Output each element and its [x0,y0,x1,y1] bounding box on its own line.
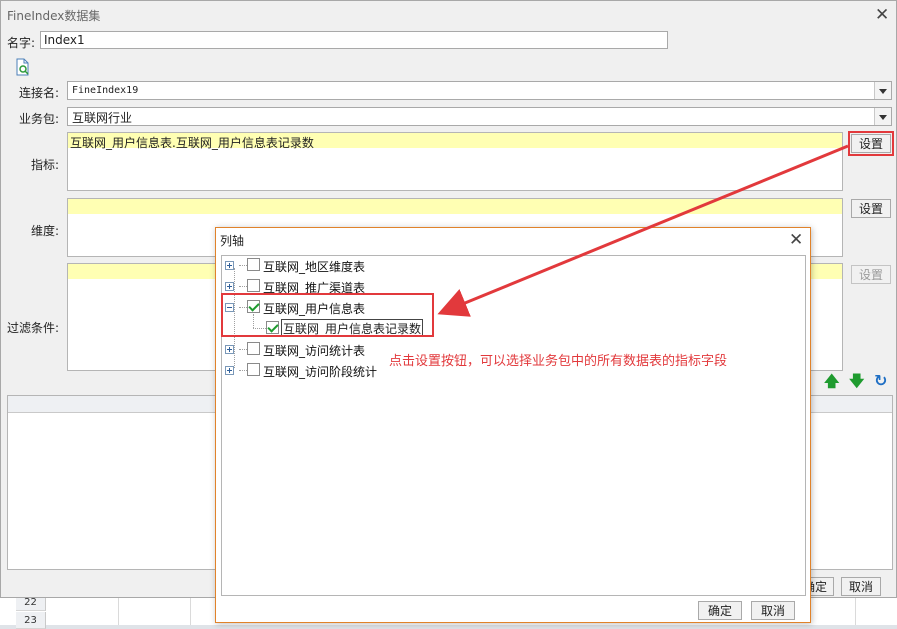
cancel-button[interactable]: 取消 [841,577,881,596]
dimension-label: 维度: [31,224,60,238]
package-select[interactable]: 互联网行业 [67,107,892,126]
metric-set-button[interactable]: 设置 [848,131,894,156]
chevron-down-icon[interactable] [874,108,891,125]
tree-node-label: 互联网_访问统计表 [263,344,366,358]
expand-icon[interactable] [225,282,234,291]
arrow-up-icon[interactable]: 🡅 [824,374,839,389]
arrow-down-icon[interactable]: 🡇 [849,374,864,389]
filter-set-button[interactable]: 设置 [851,265,891,284]
annotation-text: 点击设置按钮，可以选择业务包中的所有数据表的指标字段 [389,354,728,369]
metric-value: 互联网_用户信息表.互联网_用户信息表记录数 [70,136,314,150]
checkbox[interactable] [247,258,260,271]
connection-select[interactable]: FineIndex19 [67,81,892,100]
package-value: 互联网行业 [72,111,133,125]
connection-value: FineIndex19 [72,85,139,96]
close-icon[interactable]: ✕ [875,7,889,24]
name-input[interactable]: Index1 [40,31,668,49]
checkbox[interactable] [247,342,260,355]
checkbox[interactable] [247,279,260,292]
tree-node-label: 互联网_地区维度表 [263,260,366,274]
row-number: 23 [16,612,46,629]
preview-icon[interactable] [15,58,31,76]
expand-icon[interactable] [225,345,234,354]
checkbox[interactable] [247,363,260,376]
refresh-icon[interactable]: ↻ [874,373,887,389]
close-icon[interactable]: ✕ [789,232,803,249]
connection-label: 连接名: [19,86,60,100]
dialog-title: FineIndex数据集 [7,9,101,23]
filter-label: 过滤条件: [7,321,60,335]
tree-node[interactable]: 互联网_地区维度表 [222,256,522,274]
popup-ok-button[interactable]: 确定 [698,601,742,620]
popup-title: 列轴 [220,234,245,248]
name-label: 名字: [7,36,36,50]
popup-cancel-button[interactable]: 取消 [751,601,795,620]
package-label: 业务包: [19,112,60,126]
expand-icon[interactable] [225,366,234,375]
chevron-down-icon[interactable] [874,82,891,99]
metric-label: 指标: [31,158,60,172]
metric-field[interactable]: 互联网_用户信息表.互联网_用户信息表记录数 [67,132,843,191]
annotation-highlight-box [221,293,434,337]
column-axis-popup: 列轴 ✕ 互联网_地区维度表 互联网_推广渠道表 互联网_用户信息表 互联网_用… [215,227,811,623]
dimension-highlight [68,199,842,214]
tree-node-label: 互联网_访问阶段统计 [263,365,378,379]
dimension-set-button[interactable]: 设置 [851,199,891,218]
expand-icon[interactable] [225,261,234,270]
